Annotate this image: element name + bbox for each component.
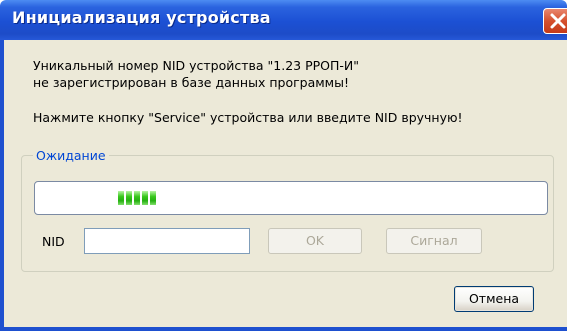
signal-button[interactable]: Сигнал [386,228,482,254]
window-frame-bottom [0,327,567,331]
close-button[interactable] [543,8,567,34]
window-title: Инициализация устройства [12,8,271,27]
progress-segment [134,191,140,205]
progress-segment [142,191,148,205]
progress-segment [150,191,156,205]
cancel-button[interactable]: Отмена [454,286,534,312]
progress-segment [118,191,124,205]
progress-segment [126,191,132,205]
nid-input[interactable] [84,228,250,254]
message-line-2: не зарегистрирован в базе данных програм… [33,75,349,90]
device-init-dialog: Инициализация устройства Уникальный номе… [0,0,567,331]
close-icon [550,13,566,29]
title-bar[interactable]: Инициализация устройства [0,0,567,40]
message-line-3: Нажмите кнопку "Service" устройства или … [33,110,463,125]
nid-label: NID [42,234,65,249]
waiting-group-label: Ожидание [33,148,109,163]
ok-button[interactable]: OK [268,228,362,254]
waiting-progress-bar [34,181,548,215]
message-line-1: Уникальный номер NID устройства "1.23 РР… [33,58,359,73]
